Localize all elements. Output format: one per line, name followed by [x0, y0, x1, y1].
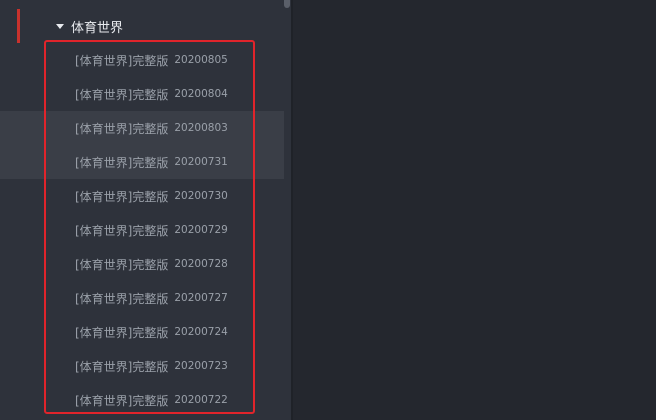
- main-content-pane: [293, 0, 656, 420]
- episode-date: 20200727: [174, 292, 228, 304]
- sidebar: 体育世界 [体育世界]完整版 20200805 [体育世界]完整版 20200804[…: [0, 0, 291, 420]
- episode-date: 20200728: [174, 258, 228, 270]
- section-header[interactable]: 体育世界: [56, 14, 123, 38]
- episode-title: [体育世界]完整版: [75, 121, 169, 136]
- episode-title: [体育世界]完整版: [75, 257, 169, 272]
- episode-title: [体育世界]完整版: [75, 359, 169, 374]
- caret-down-icon[interactable]: [56, 24, 64, 29]
- episode-title: [体育世界]完整版: [75, 189, 169, 204]
- episode-list-item[interactable]: [体育世界]完整版 20200804: [0, 77, 284, 111]
- app-window: 体育世界 [体育世界]完整版 20200805 [体育世界]完整版 20200804[…: [0, 0, 656, 420]
- episode-title: [体育世界]完整版: [75, 223, 169, 238]
- episode-list-item[interactable]: [体育世界]完整版 20200805: [0, 43, 284, 77]
- episode-list-item[interactable]: [体育世界]完整版 20200731: [0, 145, 284, 179]
- episode-list-item[interactable]: [体育世界]完整版 20200729: [0, 213, 284, 247]
- episode-date: 20200729: [174, 224, 228, 236]
- episode-date: 20200723: [174, 360, 228, 372]
- episode-date: 20200731: [174, 156, 228, 168]
- episode-date: 20200805: [174, 54, 228, 66]
- episode-list-item[interactable]: [体育世界]完整版 20200727: [0, 281, 284, 315]
- episode-title: [体育世界]完整版: [75, 155, 169, 170]
- episode-list-item[interactable]: [体育世界]完整版 20200722: [0, 383, 284, 417]
- episode-list-item[interactable]: [体育世界]完整版 20200803: [0, 111, 284, 145]
- episode-title: [体育世界]完整版: [75, 87, 169, 102]
- episode-list-item[interactable]: [体育世界]完整版 20200730: [0, 179, 284, 213]
- episode-title: [体育世界]完整版: [75, 291, 169, 306]
- episode-date: 20200724: [174, 326, 228, 338]
- episode-title: [体育世界]完整版: [75, 325, 169, 340]
- scrollbar-thumb[interactable]: [284, 0, 290, 8]
- episode-list-item[interactable]: [体育世界]完整版 20200724: [0, 315, 284, 349]
- episode-date: 20200803: [174, 122, 228, 134]
- episode-date: 20200730: [174, 190, 228, 202]
- active-section-indicator: [17, 9, 20, 43]
- episode-title: [体育世界]完整版: [75, 53, 169, 68]
- episode-date: 20200722: [174, 394, 228, 406]
- episode-title: [体育世界]完整版: [75, 393, 169, 408]
- section-title: 体育世界: [71, 20, 124, 36]
- episode-list: [体育世界]完整版 20200805 [体育世界]完整版 20200804 [体育世界]…: [0, 43, 284, 417]
- episode-list-item[interactable]: [体育世界]完整版 20200728: [0, 247, 284, 281]
- episode-date: 20200804: [174, 88, 228, 100]
- episode-list-item[interactable]: [体育世界]完整版 20200723: [0, 349, 284, 383]
